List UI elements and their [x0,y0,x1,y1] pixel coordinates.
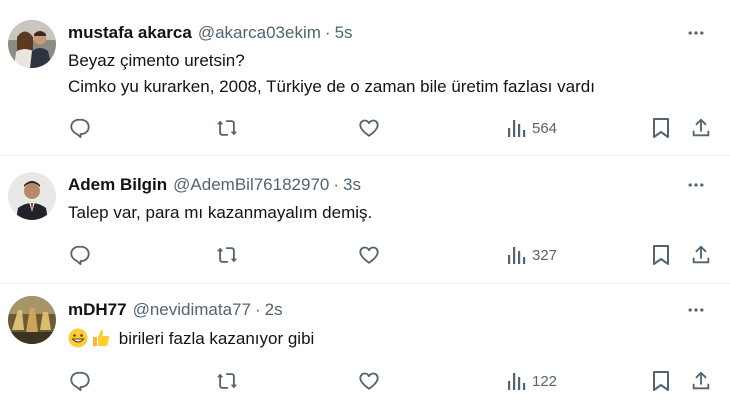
more-icon[interactable] [684,21,708,45]
tweet-text-line: Cimko yu kurarken, 2008, Türkiye de o za… [68,77,595,96]
timestamp[interactable]: 2s [265,300,283,320]
author-handle[interactable]: @AdemBil76182970 [173,175,329,195]
timestamp[interactable]: 3s [343,175,361,195]
retweet-button[interactable] [215,116,239,140]
reply-icon [69,370,91,392]
author-name[interactable]: Adem Bilgin [68,175,167,195]
tweet-2[interactable]: Adem Bilgin @AdemBil76182970 · 3s Talep … [0,156,730,283]
like-button[interactable] [358,369,380,393]
tweet-text: Talep var, para mı kazanmayalım demiş. [68,200,372,226]
heart-icon [358,117,380,139]
retweet-icon [215,370,239,392]
tweet-3[interactable]: mDH77 @nevidimata77 · 2s birileri fazla … [0,284,730,420]
views-icon [506,244,526,266]
views-button[interactable]: 327 [506,243,557,267]
bookmark-button[interactable] [652,369,670,393]
retweet-button[interactable] [215,369,239,393]
more-icon[interactable] [684,173,708,197]
heart-icon [358,370,380,392]
separator-dot: · [324,23,331,42]
share-button[interactable] [690,369,712,393]
thumbs-up-emoji [91,328,111,348]
tweet-text-line: Talep var, para mı kazanmayalım demiş. [68,203,373,222]
timestamp[interactable]: 5s [335,23,353,43]
tweet-text-line: birileri fazla kazanıyor gibi [118,329,315,348]
tweet-header: mustafa akarca @akarca03ekim · 5s [68,22,353,44]
retweet-button[interactable] [215,243,239,267]
bookmark-button[interactable] [652,243,670,267]
share-icon [690,117,712,139]
tweet-text-line: Beyaz çimento uretsin? [68,51,245,70]
heart-icon [358,244,380,266]
tweet-actions: 122 [0,369,730,393]
tweet-text: Beyaz çimento uretsin? Cimko yu kurarken… [68,48,595,100]
bookmark-icon [652,244,670,266]
retweet-icon [215,117,239,139]
views-button[interactable]: 564 [506,116,557,140]
views-count: 122 [532,372,558,390]
views-count: 327 [532,246,558,264]
like-button[interactable] [358,116,380,140]
tweet-header: Adem Bilgin @AdemBil76182970 · 3s [68,174,361,196]
views-icon [506,370,526,392]
reply-icon [69,117,91,139]
share-icon [690,370,712,392]
bookmark-icon [652,370,670,392]
like-button[interactable] [358,243,380,267]
more-icon[interactable] [684,298,708,322]
bookmark-button[interactable] [652,116,670,140]
author-name[interactable]: mustafa akarca [68,23,192,43]
author-handle[interactable]: @nevidimata77 [133,300,251,320]
reply-button[interactable] [69,243,91,267]
share-button[interactable] [690,116,712,140]
views-button[interactable]: 122 [506,369,557,393]
retweet-icon [215,244,239,266]
tweet-text: birileri fazla kazanıyor gibi [68,326,314,352]
tweet-1[interactable]: mustafa akarca @akarca03ekim · 5s Beyaz … [0,0,730,155]
avatar[interactable] [8,172,56,220]
author-handle[interactable]: @akarca03ekim [198,23,321,43]
reply-button[interactable] [69,116,91,140]
separator-dot: · [254,300,261,319]
author-name[interactable]: mDH77 [68,300,127,320]
bookmark-icon [652,117,670,139]
views-count: 564 [532,119,558,137]
share-button[interactable] [690,243,712,267]
tweet-actions: 327 [0,243,730,267]
reply-icon [69,244,91,266]
reply-button[interactable] [69,369,91,393]
grinning-emoji [68,328,88,348]
avatar[interactable] [8,296,56,344]
share-icon [690,244,712,266]
separator-dot: · [333,175,340,194]
avatar[interactable] [8,20,56,68]
tweet-header: mDH77 @nevidimata77 · 2s [68,299,283,321]
tweet-actions: 564 [0,116,730,140]
views-icon [506,117,526,139]
